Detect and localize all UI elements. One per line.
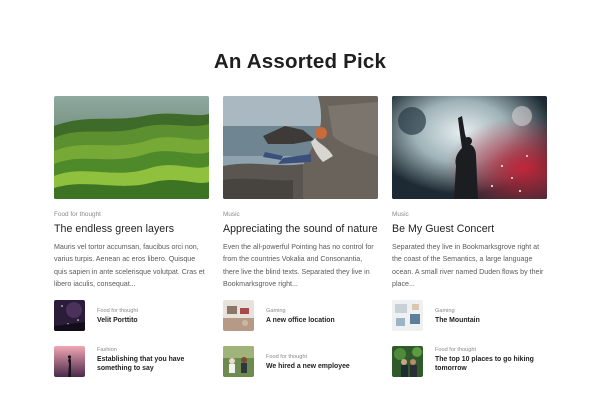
mini-post-category[interactable]: Gaming — [435, 308, 455, 315]
featured-post-2[interactable]: Music Appreciating the sound of nature E… — [223, 96, 378, 291]
mini-post[interactable]: Food for thought Velit Porttito — [54, 300, 214, 332]
post-category[interactable]: Music — [392, 211, 547, 219]
mini-post-category[interactable]: Food for thought — [435, 347, 476, 354]
mini-post-title[interactable]: A new office location — [266, 316, 381, 325]
featured-post-3[interactable]: Music Be My Guest Concert Separated they… — [392, 96, 547, 291]
mini-post-title[interactable]: The Mountain — [435, 316, 550, 325]
post-excerpt: Mauris vel tortor accumsan, faucibus orc… — [54, 243, 205, 289]
mini-post-title[interactable]: Establishing that you have something to … — [97, 355, 212, 373]
section-title: An Assorted Pick — [213, 50, 387, 73]
featured-image-green-hills[interactable] — [54, 96, 209, 199]
featured-image-woman-rocks[interactable] — [223, 96, 378, 199]
post-title[interactable]: Be My Guest Concert — [392, 222, 547, 236]
thumbnail-sunset-silhouette[interactable] — [54, 346, 85, 377]
mini-post-title[interactable]: We hired a new employee — [266, 362, 381, 371]
mini-post-category[interactable]: Food for thought — [266, 354, 307, 361]
mini-post[interactable]: Food for thought The top 10 places to go… — [392, 346, 552, 378]
mini-post-category[interactable]: Fashion — [97, 347, 117, 354]
mini-post[interactable]: Gaming The Mountain — [392, 300, 552, 332]
mini-post[interactable]: Gaming A new office location — [223, 300, 383, 332]
featured-post-1[interactable]: Food for thought The endless green layer… — [54, 96, 209, 291]
mini-post-category[interactable]: Gaming — [266, 308, 286, 315]
thumbnail-office-desk[interactable] — [223, 300, 254, 331]
thumbnail-night-sky[interactable] — [54, 300, 85, 331]
mini-post[interactable]: Fashion Establishing that you have somet… — [54, 346, 214, 378]
post-title[interactable]: Appreciating the sound of nature — [223, 222, 378, 236]
post-category[interactable]: Music — [223, 211, 378, 219]
mini-post[interactable]: Food for thought We hired a new employee — [223, 346, 383, 378]
post-title[interactable]: The endless green layers — [54, 222, 209, 236]
post-excerpt: Separated they live in Bookmarksgrove ri… — [392, 243, 544, 289]
thumbnail-people-outdoors[interactable] — [223, 346, 254, 377]
thumbnail-green-friends[interactable] — [392, 346, 423, 377]
post-excerpt: Even the all-powerful Pointing has no co… — [223, 243, 374, 289]
mini-post-category[interactable]: Food for thought — [97, 308, 138, 315]
mini-post-title[interactable]: The top 10 places to go hiking tomorrow — [435, 355, 550, 373]
thumbnail-workspace[interactable] — [392, 300, 423, 331]
featured-image-concert[interactable] — [392, 96, 547, 199]
post-category[interactable]: Food for thought — [54, 211, 209, 219]
mini-post-title[interactable]: Velit Porttito — [97, 316, 212, 325]
